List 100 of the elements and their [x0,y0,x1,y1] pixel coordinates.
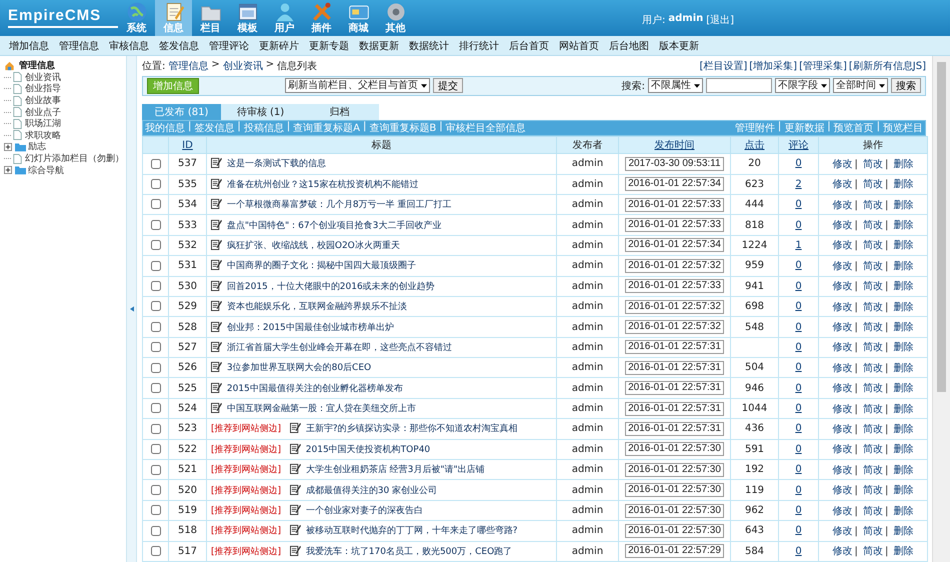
action-link[interactable]: 删除 [894,526,914,537]
attribute-select[interactable]: 不限属性 [648,78,703,94]
tree-item[interactable]: 幻灯片添加栏目（勿删） [25,152,124,166]
action-link[interactable]: 修改 [832,260,852,272]
row-checkbox[interactable] [150,322,160,332]
edit-icon[interactable] [211,198,222,210]
row-checkbox[interactable] [150,382,160,393]
module-tab[interactable]: 插件 [303,0,340,36]
edit-icon[interactable] [290,544,301,556]
row-checkbox[interactable] [150,158,160,169]
menu-item[interactable]: 更新专题 [309,38,349,52]
action-link[interactable]: 删除 [894,240,914,252]
action-link[interactable]: 修改 [832,200,852,211]
time-field[interactable]: 2016-01-01 22:57:33 [625,198,724,212]
tree-item[interactable]: 创业点子 [25,106,61,119]
refresh-select[interactable]: 刷新当前栏目、父栏目与首页 [285,78,430,94]
row-checkbox[interactable] [150,260,160,271]
edit-icon[interactable] [290,524,301,536]
module-tab[interactable]: 用户 [266,0,303,36]
collapse-arrow-icon[interactable] [130,306,134,312]
action-link[interactable]: 简改 [863,424,883,435]
action-link[interactable]: 修改 [832,240,852,252]
comment-count-link[interactable]: 0 [795,322,802,332]
column-header[interactable]: 发布时间 [618,136,730,154]
row-checkbox[interactable] [150,403,160,414]
comment-count-link[interactable]: 0 [795,342,802,353]
time-field[interactable]: 2016-01-01 22:57:31 [625,402,724,416]
search-button[interactable]: 搜索 [891,78,921,94]
row-checkbox[interactable] [150,199,160,210]
action-link[interactable]: 修改 [832,342,852,354]
module-tab[interactable]: 栏目 [192,0,229,36]
action-link[interactable]: 简改 [863,302,883,313]
action-link[interactable]: 删除 [894,342,914,354]
breadcrumb-link[interactable]: 创业资讯 [222,59,263,73]
edit-icon[interactable] [211,382,222,393]
title-link[interactable]: 被移动互联时代抛弃的丁丁网，十年来走了哪些弯路? [306,526,518,536]
edit-icon[interactable] [211,280,222,291]
comment-count-link[interactable]: 0 [795,525,802,536]
title-link[interactable]: 大学生创业租奶茶店 经营3月后被"请"出店铺 [306,465,485,476]
expand-icon[interactable] [4,166,12,174]
time-field[interactable]: 2016-01-01 22:57:34 [625,238,724,252]
edit-icon[interactable] [290,504,301,516]
time-select[interactable]: 全部时间 [833,78,888,94]
menu-item[interactable]: 签发信息 [159,38,199,52]
submit-button[interactable]: 提交 [433,78,463,94]
action-link[interactable]: 修改 [832,362,852,374]
time-field[interactable]: 2016-01-01 22:57:30 [625,483,724,498]
column-header[interactable]: 点击 [730,136,778,154]
action-link[interactable]: 删除 [894,464,914,476]
title-link[interactable]: 这是一条测试下载的信息 [226,159,326,170]
action-link[interactable]: 修改 [832,220,852,232]
tab[interactable]: 待审核 (1) [221,104,300,120]
comment-count-link[interactable]: 0 [795,403,802,414]
row-checkbox[interactable] [150,444,160,454]
logout-link[interactable]: [退出] [706,13,734,27]
time-field[interactable]: 2016-01-01 22:57:34 [625,177,724,192]
edit-icon[interactable] [290,484,301,495]
menu-item[interactable]: 增加信息 [9,38,49,52]
top-link[interactable]: [增加采集] [749,59,798,73]
action-link[interactable]: 修改 [832,464,852,476]
menu-item[interactable]: 网站首页 [559,38,599,52]
comment-count-link[interactable]: 0 [795,199,802,210]
edit-icon[interactable] [211,218,222,230]
comment-count-link[interactable]: 0 [795,158,802,170]
time-field[interactable]: 2016-01-01 22:57:30 [625,462,724,477]
column-header[interactable]: 评论 [778,136,818,154]
action-link[interactable]: 简改 [863,526,883,537]
top-link[interactable]: [栏目设置] [699,59,748,73]
row-checkbox[interactable] [150,220,160,230]
action-link[interactable]: 删除 [894,260,914,272]
row-checkbox[interactable] [150,546,160,556]
action-link[interactable]: 删除 [894,444,914,456]
search-field[interactable] [706,78,772,94]
field-select[interactable]: 不限字段 [775,78,830,94]
edit-icon[interactable] [290,463,301,474]
action-link[interactable]: 简改 [863,444,883,456]
comment-count-link[interactable]: 1 [795,240,802,251]
action-link[interactable]: 删除 [894,424,914,435]
time-field[interactable]: 2016-01-01 22:57:32 [625,320,724,334]
comment-count-link[interactable]: 0 [795,444,802,455]
title-link[interactable]: 王新宇?的乡镇探访实录：那些你不知道农村淘宝真相 [306,424,518,434]
module-tab[interactable]: 模板 [229,0,266,36]
menu-item[interactable]: 排行统计 [459,38,499,52]
comment-count-link[interactable]: 0 [795,362,802,374]
menu-item[interactable]: 后台首页 [509,38,549,52]
action-link[interactable]: 修改 [832,506,852,517]
edit-icon[interactable] [211,320,222,332]
title-link[interactable]: 成都最值得关注的30 家创业公司 [306,486,438,496]
action-link[interactable]: 修改 [832,444,852,456]
action-link[interactable]: 修改 [832,302,852,313]
time-field[interactable]: 2016-01-01 22:57:33 [625,279,724,294]
tree-item[interactable]: 求职攻略 [25,128,61,142]
time-field[interactable]: 2016-01-01 22:57:29 [625,544,724,558]
action-link[interactable]: 简改 [863,362,883,374]
comment-count-link[interactable]: 0 [795,505,802,516]
expand-icon[interactable] [4,142,12,151]
title-link[interactable]: 一个创业家对妻子的深夜告白 [306,506,423,516]
action-link[interactable]: 修改 [832,485,852,496]
action-link[interactable]: 修改 [832,179,852,190]
tree-item[interactable]: 管理信息 [19,59,55,72]
